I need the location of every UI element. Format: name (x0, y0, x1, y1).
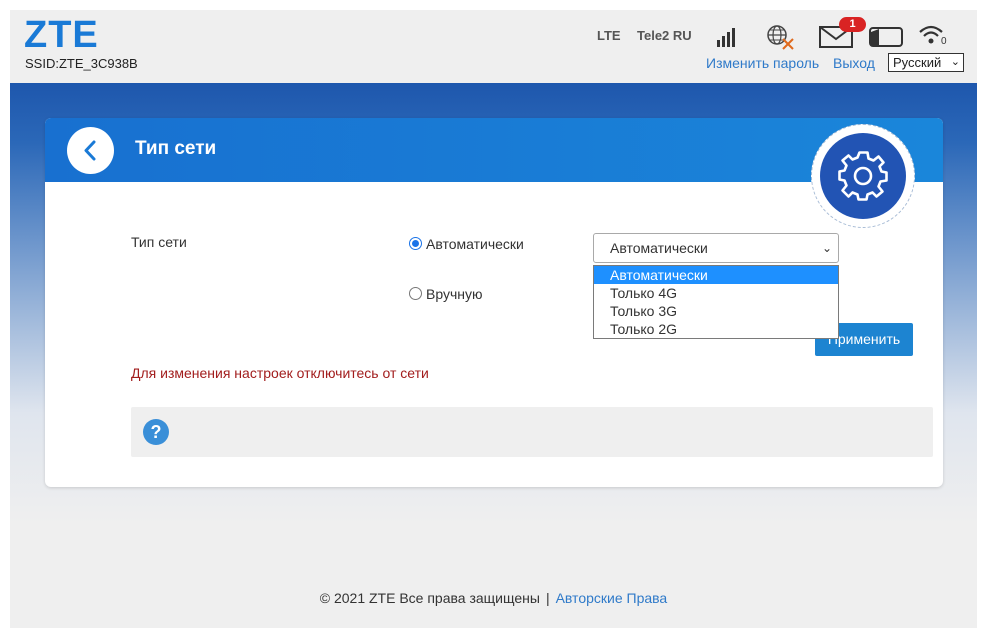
radio-automatic[interactable]: Автоматически (409, 236, 524, 252)
network-mode-dropdown-list: Автоматически Только 4G Только 3G Только… (593, 265, 839, 339)
language-select[interactable]: Русский ⌄ (888, 53, 964, 72)
settings-badge (811, 124, 915, 228)
message-count-badge[interactable]: 1 (839, 17, 866, 32)
zte-logo: ZTE (24, 14, 99, 56)
radio-automatic-indicator[interactable] (409, 237, 422, 250)
chevron-down-icon: ⌄ (950, 56, 960, 68)
settings-badge-circle (820, 133, 906, 219)
globe-disconnected-icon (767, 25, 794, 50)
dropdown-option-3g[interactable]: Только 3G (594, 302, 838, 320)
logout-link[interactable]: Выход (833, 55, 875, 71)
copyright-link[interactable]: Авторские Права (556, 590, 668, 606)
copyright-text: © 2021 ZTE Все права защищены (319, 590, 540, 606)
back-button[interactable] (67, 127, 114, 174)
router-admin-page: ZTE SSID:ZTE_3C938B LTE Tele2 RU 1 0 Изм… (10, 10, 977, 628)
help-icon[interactable]: ? (143, 419, 169, 445)
signal-icon (717, 28, 735, 47)
gear-icon (838, 151, 888, 201)
footer: © 2021 ZTE Все права защищены | Авторские … (10, 590, 977, 606)
wifi-client-count: 0 (941, 36, 947, 47)
dropdown-option-auto[interactable]: Автоматически (594, 266, 838, 284)
radio-manual-indicator[interactable] (409, 287, 422, 300)
page-title: Тип сети (135, 138, 217, 159)
network-mode-select[interactable]: Автоматически ⌄ (593, 233, 839, 263)
network-mode-select-value: Автоматически (610, 240, 708, 256)
dropdown-option-4g[interactable]: Только 4G (594, 284, 838, 302)
radio-automatic-label: Автоматически (426, 236, 524, 252)
network-type-field-label: Тип сети (131, 234, 187, 250)
top-header: ZTE SSID:ZTE_3C938B LTE Tele2 RU 1 0 Изм… (10, 10, 977, 83)
radio-manual-label: Вручную (426, 286, 483, 302)
disconnect-warning: Для изменения настроек отключитесь от се… (131, 365, 429, 381)
chevron-down-icon: ⌄ (821, 241, 832, 255)
radio-manual[interactable]: Вручную (409, 286, 483, 302)
change-password-link[interactable]: Изменить пароль (706, 55, 819, 71)
language-select-value: Русский (893, 55, 942, 70)
network-type-label: LTE (597, 28, 621, 43)
help-panel: ? (131, 407, 933, 457)
battery-icon (869, 27, 903, 47)
carrier-label: Tele2 RU (637, 28, 692, 43)
ssid-label: SSID:ZTE_3C938B (25, 56, 138, 71)
chevron-left-icon (84, 140, 96, 161)
footer-separator: | (545, 590, 550, 606)
card-header: Тип сети (45, 118, 943, 182)
dropdown-option-2g[interactable]: Только 2G (594, 320, 838, 338)
